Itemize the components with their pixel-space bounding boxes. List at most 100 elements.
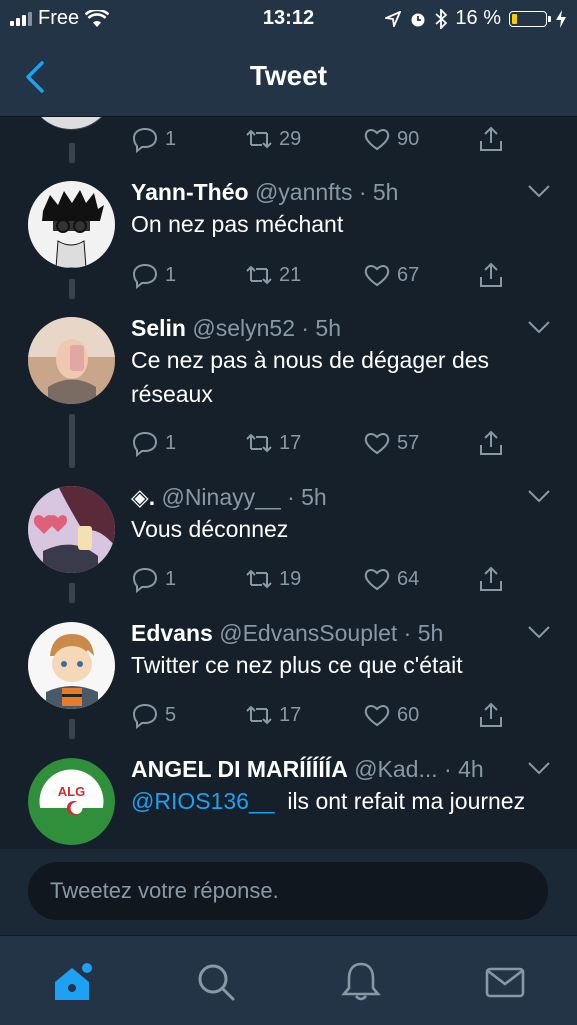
like-button[interactable]: 67	[363, 258, 419, 292]
heart-icon	[364, 569, 390, 591]
location-icon	[385, 10, 402, 27]
chevron-down-icon[interactable]	[527, 183, 551, 199]
display-name[interactable]: ANGEL DI MARÍÍÍÍÍA	[131, 756, 348, 782]
retweet-button[interactable]: 17	[245, 698, 301, 732]
battery-percent: 16 %	[455, 7, 501, 29]
like-count: 67	[397, 263, 420, 286]
tab-home[interactable]	[50, 960, 94, 1004]
chevron-down-icon[interactable]	[527, 488, 551, 504]
bluetooth-icon	[435, 8, 448, 29]
tweet-text: Vous déconnez	[131, 516, 289, 542]
like-count: 90	[397, 127, 420, 150]
retweet-icon	[246, 705, 272, 725]
reply-count: 5	[165, 703, 177, 726]
reply-bar: Tweetez votre réponse.	[0, 849, 577, 935]
like-button[interactable]: 57	[363, 426, 419, 460]
reply-feed[interactable]: 1 29 90 Yann-Théo @yannfts · 5h On nez p…	[0, 117, 577, 849]
heart-icon	[364, 433, 390, 455]
reply-input[interactable]: Tweetez votre réponse.	[28, 862, 548, 920]
retweet-count: 29	[279, 127, 302, 150]
display-name[interactable]: Selin	[131, 315, 186, 341]
share-button[interactable]	[477, 426, 505, 460]
avatar[interactable]	[28, 317, 115, 404]
reply-count: 1	[165, 431, 177, 454]
alarm-icon	[411, 13, 425, 26]
tweet-header: Selin @selyn52 · 5h	[131, 315, 517, 342]
reply-button[interactable]: 5	[131, 698, 176, 732]
tweet-body: ils ont refait ma journez	[287, 788, 526, 814]
chevron-down-icon[interactable]	[527, 319, 551, 335]
tweet-actions: 1 19 64	[131, 562, 531, 596]
notifications-icon	[341, 962, 381, 1001]
display-name[interactable]: ◈.	[131, 484, 155, 510]
reply-icon	[132, 703, 158, 729]
avatar[interactable]	[28, 181, 115, 268]
display-name[interactable]: Yann-Théo	[131, 179, 249, 205]
avatar[interactable]: ALG	[28, 758, 115, 845]
share-button[interactable]	[477, 258, 505, 292]
retweet-button[interactable]: 19	[245, 562, 301, 596]
heart-icon	[364, 705, 390, 727]
mention-link[interactable]: @RIOS136__	[131, 788, 275, 814]
retweet-count: 17	[279, 703, 302, 726]
tweet-text: On nez pas méchant	[131, 211, 344, 237]
reply-icon	[132, 263, 158, 289]
retweet-count: 19	[279, 567, 302, 590]
like-button[interactable]: 60	[363, 698, 419, 732]
reply-count: 1	[165, 567, 177, 590]
charging-icon	[556, 9, 566, 28]
tweet-text: Ce nez pas à nous de dégager des réseaux	[131, 347, 490, 407]
avatar[interactable]	[28, 622, 115, 709]
chevron-down-icon[interactable]	[527, 624, 551, 640]
reply-button[interactable]: 1	[131, 562, 176, 596]
tweet-header: ◈. @Ninayy__ · 5h	[131, 484, 517, 511]
display-name[interactable]: Edvans	[131, 620, 213, 646]
share-icon	[480, 702, 502, 727]
share-button[interactable]	[477, 698, 505, 732]
avatar[interactable]	[28, 486, 115, 573]
tweet-actions: 5 17 60	[131, 698, 531, 732]
share-button[interactable]	[477, 562, 505, 596]
retweet-count: 21	[279, 263, 302, 286]
reply-button[interactable]: 1	[131, 426, 176, 460]
reply-icon	[132, 567, 158, 593]
page-title: Tweet	[249, 60, 328, 91]
reply-icon	[132, 431, 158, 457]
heart-icon	[364, 129, 390, 151]
retweet-button[interactable]: 17	[245, 426, 301, 460]
retweet-count: 17	[279, 431, 302, 454]
retweet-icon	[246, 433, 272, 453]
avatar[interactable]	[28, 117, 115, 130]
tweet-actions: 1 17 57	[131, 426, 531, 460]
reply-icon	[132, 127, 158, 153]
tab-bar	[0, 935, 577, 1025]
thread-line	[69, 279, 75, 299]
tweet-actions: 1 21 67	[131, 258, 531, 292]
like-count: 64	[397, 567, 420, 590]
heart-icon	[364, 265, 390, 287]
tab-search[interactable]	[194, 960, 238, 1004]
share-button[interactable]	[477, 122, 505, 156]
tab-notifications[interactable]	[339, 960, 383, 1004]
status-bar: Free 13:12 16 %	[0, 0, 577, 38]
handle-time: @Ninayy__ · 5h	[161, 484, 327, 510]
handle-time: @Kad... · 4h	[354, 756, 484, 782]
share-icon	[480, 566, 502, 591]
battery-icon	[509, 10, 551, 27]
messages-icon	[485, 967, 525, 998]
like-button[interactable]: 90	[363, 122, 419, 156]
tweet-text: Twitter ce nez plus ce que c'était	[131, 652, 463, 678]
retweet-icon	[246, 129, 272, 149]
tab-messages[interactable]	[483, 960, 527, 1004]
thread-line	[69, 583, 75, 603]
share-icon	[480, 430, 502, 455]
handle-time: @EdvansSouplet · 5h	[219, 620, 444, 646]
retweet-button[interactable]: 21	[245, 258, 301, 292]
reply-button[interactable]: 1	[131, 122, 176, 156]
like-button[interactable]: 64	[363, 562, 419, 596]
reply-button[interactable]: 1	[131, 258, 176, 292]
tweet[interactable]: ALG ANGEL DI MARÍÍÍÍÍA @Kad... · 4h @RIO…	[0, 756, 577, 849]
chevron-down-icon[interactable]	[527, 760, 551, 776]
retweet-button[interactable]: 29	[245, 122, 301, 156]
status-right: 16 %	[385, 7, 567, 30]
